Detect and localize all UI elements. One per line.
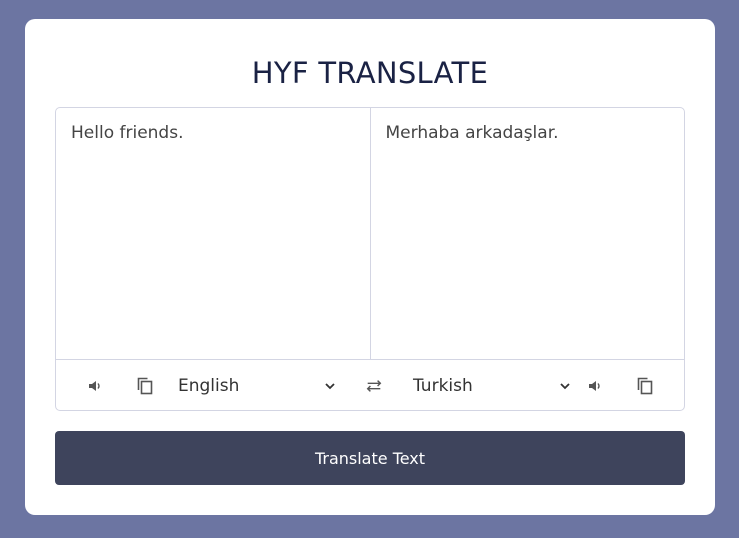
translator-wrapper: Hello friends. Merhaba arkadaşlar. Engli… <box>55 107 685 411</box>
translate-button[interactable]: Translate Text <box>55 431 685 485</box>
from-language-label: English <box>178 375 240 396</box>
to-language-label: Turkish <box>413 375 473 396</box>
copy-icon[interactable] <box>636 377 654 395</box>
app-title: HYF TRANSLATE <box>251 56 489 90</box>
from-speak-button[interactable] <box>86 360 104 411</box>
chevron-down-icon <box>324 380 336 392</box>
to-copy-button[interactable] <box>636 360 654 411</box>
volume-icon[interactable] <box>86 377 104 395</box>
from-copy-button[interactable] <box>136 360 154 411</box>
exchange-button[interactable] <box>365 360 383 411</box>
volume-icon[interactable] <box>586 377 604 395</box>
from-text-area[interactable]: Hello friends. <box>56 108 371 359</box>
to-language-select[interactable]: Turkish <box>413 371 571 401</box>
from-language-select[interactable]: English <box>178 371 336 401</box>
controls-bar: English Turkish <box>56 359 684 410</box>
translator-card: HYF TRANSLATE Hello friends. Merhaba ark… <box>25 19 715 515</box>
to-text-area[interactable]: Merhaba arkadaşlar. <box>371 108 685 359</box>
chevron-down-icon <box>559 380 571 392</box>
copy-icon[interactable] <box>136 377 154 395</box>
text-input-area: Hello friends. Merhaba arkadaşlar. <box>56 108 684 359</box>
to-speak-button[interactable] <box>586 360 604 411</box>
exchange-icon[interactable] <box>365 377 383 395</box>
